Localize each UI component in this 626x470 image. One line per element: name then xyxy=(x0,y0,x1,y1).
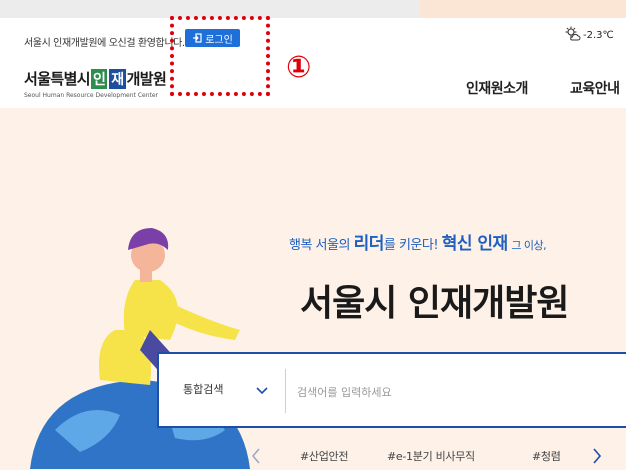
popular-tags: #산업안전 #e-1분기 비사무직 #청렴 xyxy=(0,446,626,469)
logo-box-jae: 재 xyxy=(109,68,126,89)
headline-part-5: 그 이상, xyxy=(511,239,547,252)
hero-headline: 행복 서울의 리더를 키운다! 혁신 인재 그 이상, xyxy=(289,229,547,254)
weather-temperature: -2.3℃ xyxy=(583,30,614,41)
nav-item-about[interactable]: 인재원소개 xyxy=(466,78,528,98)
tag-item[interactable]: #산업안전 xyxy=(300,448,349,464)
chevron-left-icon[interactable] xyxy=(250,446,262,470)
search-input[interactable] xyxy=(295,376,599,408)
search-bar: 통합검색 xyxy=(157,352,626,428)
sun-cloud-icon xyxy=(565,26,581,45)
logo-text-seoul: 서울특별시 xyxy=(24,70,91,88)
logo-box-in: 인 xyxy=(91,68,108,89)
welcome-text: 서울시 인재개발원에 오신걸 환영합니다. xyxy=(24,38,185,49)
logo-text-center: 개발원 xyxy=(126,70,167,88)
hero-title: 서울시 인재개발원 xyxy=(300,283,569,324)
tag-item[interactable]: #청렴 xyxy=(532,448,561,464)
headline-part-4: 혁신 인재 xyxy=(441,234,508,254)
headline-part-1: 행복 서울의 xyxy=(289,238,350,253)
annotation-number: ① xyxy=(286,50,312,85)
tag-item[interactable]: #e-1분기 비사무직 xyxy=(387,448,475,464)
chevron-right-icon[interactable] xyxy=(591,446,603,470)
search-category-select[interactable]: 통합검색 xyxy=(183,381,223,397)
headline-part-3: 를 키운다! xyxy=(383,238,439,253)
annotation-highlight-box xyxy=(170,16,270,96)
weather-widget: -2.3℃ xyxy=(565,26,614,45)
site-logo[interactable]: 서울특별시 인 재 개발원 Seoul Human Resource Devel… xyxy=(24,68,167,99)
top-utility-bar xyxy=(0,0,626,18)
chevron-down-icon[interactable] xyxy=(255,381,269,400)
nav-item-education[interactable]: 교육안내 xyxy=(570,78,620,98)
search-divider xyxy=(285,369,286,413)
logo-subtitle: Seoul Human Resource Development Center xyxy=(24,92,159,99)
headline-part-2: 리더 xyxy=(353,234,385,254)
topbar-accent xyxy=(420,0,626,18)
